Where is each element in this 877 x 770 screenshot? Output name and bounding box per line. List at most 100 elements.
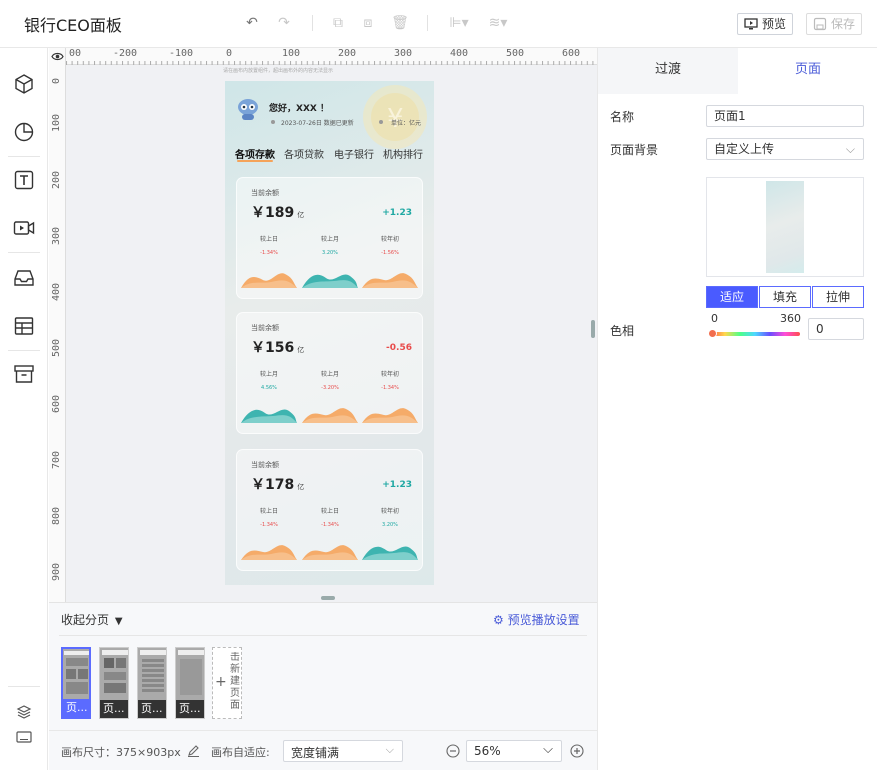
sidebar-divider	[8, 350, 40, 351]
canvas-adapt-label: 画布自适应:	[211, 746, 270, 759]
hue-slider-handle[interactable]	[708, 329, 717, 338]
preview-play-settings-label: 预览播放设置	[507, 613, 580, 627]
card-col-pct: -3.20%	[321, 385, 339, 391]
card-col-label: 较年初	[380, 508, 399, 515]
layers-icon[interactable]	[16, 704, 32, 720]
fit-option-fit[interactable]: 适应	[706, 286, 758, 308]
toolbar-divider	[427, 15, 428, 31]
undo-icon[interactable]: ↶	[243, 14, 261, 32]
hue-label: 色相	[610, 324, 635, 338]
card-col-pct: -1.34%	[321, 522, 339, 528]
card-col-pct: 3.20%	[322, 250, 338, 256]
page-thumbnail-label: 页...	[176, 700, 204, 718]
zoom-out-icon[interactable]	[446, 744, 460, 758]
ruler-tick-label: 800	[51, 506, 62, 525]
gear-icon: ⚙	[493, 613, 504, 627]
wave-chart-orange	[362, 273, 418, 288]
canvas-hint: 请在画布内放置组件，超出画布外的内容无法显示	[223, 68, 334, 74]
pie-chart-icon[interactable]	[12, 120, 36, 144]
bullet-dot	[379, 120, 383, 124]
vertical-scrollbar[interactable]	[591, 320, 595, 338]
card-label: 当前余额	[251, 461, 279, 469]
ruler-vertical[interactable]: 0 100 200 300 400 500 600 700 800 900	[49, 48, 66, 602]
fit-option-stretch[interactable]: 拉伸	[812, 286, 864, 308]
wave-chart-orange	[362, 408, 418, 423]
preview-play-settings-link[interactable]: ⚙ 预览播放设置	[493, 611, 580, 628]
horizontal-scrollbar[interactable]	[321, 596, 335, 600]
chevron-down-icon: ⌵	[845, 142, 855, 156]
page-name-input[interactable]: 页面1	[706, 105, 864, 127]
canvas-page[interactable]: ¥ 您好，XXX ！ 2023-07-26日 数据已更新 单位：亿元 各项存款 …	[225, 81, 434, 585]
cube-icon[interactable]	[12, 72, 36, 96]
delete-icon[interactable]: 🗑	[391, 14, 409, 32]
tab-page[interactable]: 页面	[738, 48, 877, 94]
redo-icon[interactable]: ↷	[275, 14, 293, 32]
canvas-adapt-value: 宽度铺满	[291, 746, 340, 760]
eye-icon[interactable]	[51, 51, 64, 62]
page-thumbnail[interactable]: 页...	[175, 647, 205, 719]
hue-slider-track[interactable]	[710, 332, 800, 336]
ruler-horizontal[interactable]: 00 -200 -100 0 100 200 300 400 500 600	[49, 48, 597, 65]
card-amount-value: ￥178	[251, 477, 295, 493]
save-icon	[813, 17, 827, 31]
wave-chart-teal	[302, 274, 358, 288]
app-title: 银行CEO面板	[24, 16, 122, 35]
page-thumbnail[interactable]: 页...	[137, 647, 167, 719]
video-icon[interactable]	[12, 216, 36, 240]
card-col-label: 较年初	[380, 371, 399, 378]
tab-transition[interactable]: 过渡	[598, 48, 738, 94]
canvas-workspace[interactable]: 00 -200 -100 0 100 200 300 400 500 600 0…	[49, 48, 597, 602]
pages-panel: 收起分页 ▼ ⚙ 预览播放设置 页... 页... 页... 页... + 击新…	[49, 602, 597, 730]
canvas-tab-deposits[interactable]: 各项存款	[235, 146, 275, 161]
monitor-icon	[744, 18, 758, 30]
canvas-settings-bar: 画布尺寸：375×903px 画布自适应: 宽度铺满 ⌵ 56% ⌵	[49, 730, 597, 770]
thumbnail-preview	[102, 650, 128, 693]
ruler-tick-label: 200	[51, 170, 62, 189]
ruler-tick-label: 0	[51, 77, 62, 84]
zoom-in-icon[interactable]	[570, 744, 584, 758]
canvas-tab-ranking[interactable]: 机构排行	[383, 146, 423, 161]
sidebar-divider	[8, 686, 40, 687]
save-button[interactable]: 保存	[806, 13, 863, 35]
inbox-icon[interactable]	[12, 266, 36, 290]
ruler-tick-label: 900	[51, 562, 62, 581]
new-page-button[interactable]: + 击新建页面	[212, 647, 242, 719]
edit-pencil-icon[interactable]	[187, 744, 200, 757]
balance-card[interactable]: 当前余额 ￥178 亿 +1.23 较上日 较上日 较年初 -1.34% -1.3…	[236, 449, 423, 571]
text-icon[interactable]	[12, 168, 36, 192]
balance-card[interactable]: 当前余额 ￥189 亿 +1.23 较上日 较上月 较年初 -1.34% 3.20…	[236, 177, 423, 299]
copy-icon[interactable]: ⧉	[329, 14, 347, 32]
card-delta: +1.23	[382, 480, 412, 490]
card-col-label: 较上月	[320, 371, 339, 378]
layer-icon[interactable]: ≋▾	[485, 14, 511, 32]
card-delta: -0.56	[386, 343, 412, 353]
hue-value-input[interactable]: 0	[808, 318, 864, 340]
table-icon[interactable]	[12, 314, 36, 338]
card-col-pct: -1.56%	[381, 250, 399, 256]
hue-max-label: 360	[780, 312, 801, 325]
canvas-tab-loans[interactable]: 各项贷款	[284, 146, 324, 161]
canvas-tab-ebank[interactable]: 电子银行	[334, 146, 374, 161]
page-bg-select[interactable]: 自定义上传 ⌵	[706, 138, 864, 160]
ruler-ticks	[66, 58, 597, 65]
keyboard-icon[interactable]	[16, 730, 32, 744]
page-thumbnail[interactable]: 页...	[99, 647, 129, 719]
balance-card[interactable]: 当前余额 ￥156 亿 -0.56 较上月 较上月 较年初 4.56% -3.20…	[236, 312, 423, 434]
properties-panel: 过渡 页面 名称 页面1 页面背景 自定义上传 ⌵ 适应 填充 拉伸 色相 0 …	[597, 48, 877, 770]
sidebar-divider	[8, 252, 40, 253]
zoom-select[interactable]: 56% ⌵	[466, 740, 562, 762]
paste-icon[interactable]: ⧈	[359, 14, 377, 32]
component-sidebar	[0, 48, 48, 770]
card-delta: +1.23	[382, 208, 412, 218]
top-bar: 银行CEO面板 ↶ ↷ ⧉ ⧈ 🗑 ⊫▾ ≋▾ 预览 保存	[0, 0, 877, 48]
plus-icon: +	[215, 674, 227, 690]
fit-option-fill[interactable]: 填充	[759, 286, 811, 308]
archive-icon[interactable]	[12, 362, 36, 386]
preview-button[interactable]: 预览	[737, 13, 794, 35]
align-icon[interactable]: ⊫▾	[446, 14, 472, 32]
page-thumbnail[interactable]: 页...	[61, 647, 91, 719]
collapse-pages-button[interactable]: 收起分页 ▼	[61, 611, 123, 628]
bg-image-preview[interactable]	[706, 177, 864, 277]
thumbnail-preview	[140, 650, 166, 692]
canvas-adapt-select[interactable]: 宽度铺满 ⌵	[283, 740, 403, 762]
